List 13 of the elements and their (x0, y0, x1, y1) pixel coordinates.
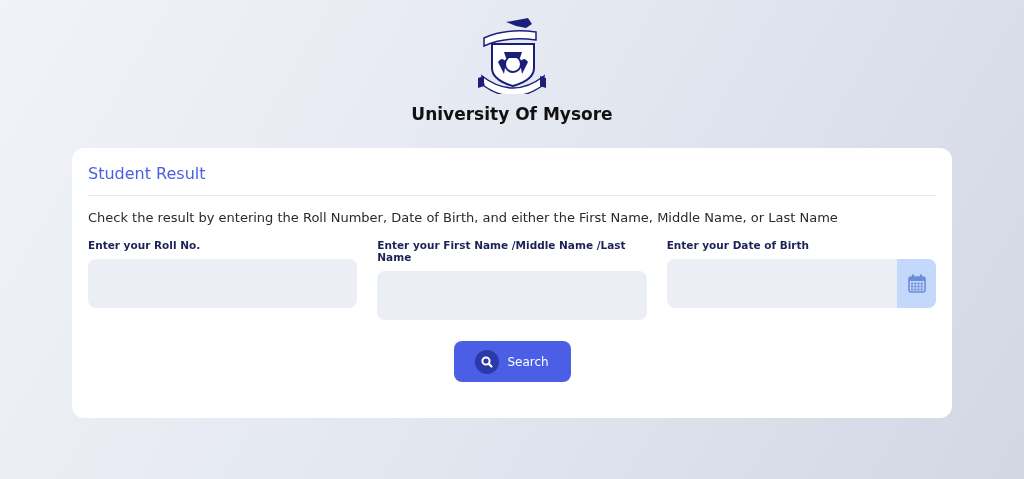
field-label: Enter your First Name /Middle Name /Last Name (377, 239, 627, 263)
calendar-icon (907, 274, 926, 293)
search-icon (475, 349, 500, 374)
search-button[interactable]: Search (453, 341, 571, 382)
field-label: Enter your Roll No. (88, 239, 202, 251)
calendar-button[interactable] (897, 259, 936, 308)
university-title: University Of Mysore (411, 104, 613, 124)
search-label: Search (507, 354, 549, 369)
card-title: Student Result (88, 162, 936, 196)
crest-logo-icon (476, 16, 548, 94)
field-label: Enter your Date of Birth (666, 239, 810, 251)
date-field[interactable] (666, 259, 936, 308)
instructions-text: Check the result by entering the Roll Number, Date of Birth, and either the First Name, Middle Name, or Last Name (88, 210, 839, 225)
